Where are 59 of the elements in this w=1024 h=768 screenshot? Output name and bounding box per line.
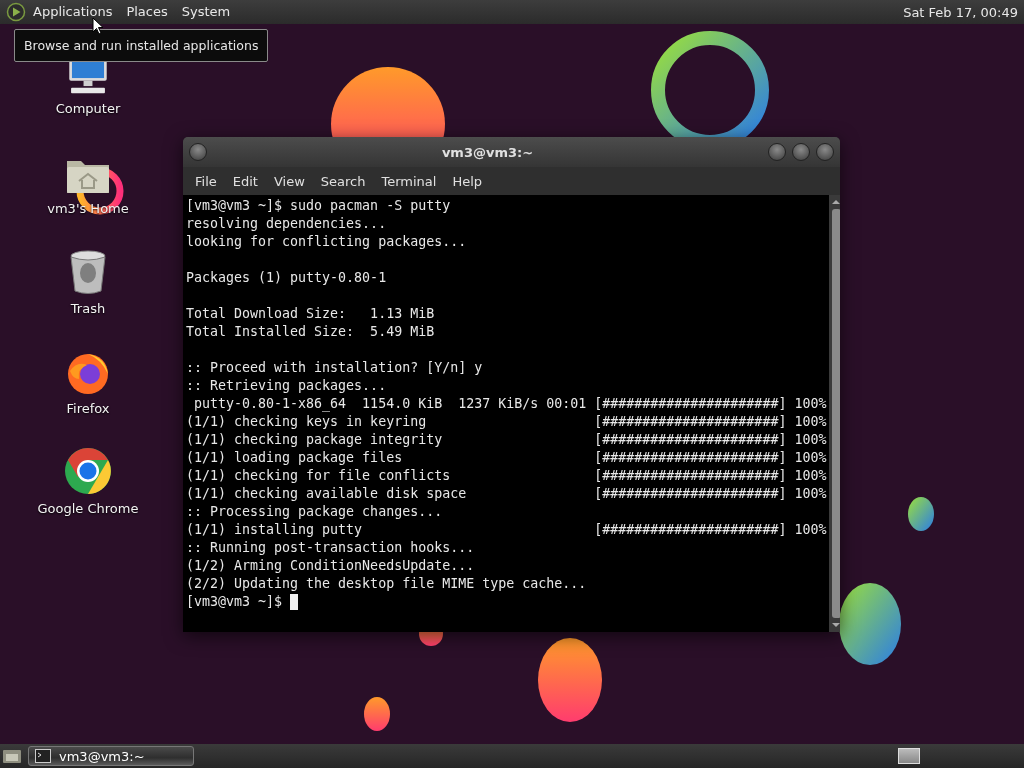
panel-menu[interactable]: System bbox=[174, 0, 238, 24]
terminal-line: (1/1) checking package integrity bbox=[186, 431, 443, 449]
scrollbar[interactable] bbox=[829, 195, 840, 632]
terminal-line: looking for conflicting packages... bbox=[186, 233, 467, 251]
taskbar-button[interactable]: vm3@vm3:~ bbox=[28, 746, 194, 766]
play-logo-icon bbox=[6, 2, 26, 22]
desktop-icon-label[interactable]: Trash bbox=[70, 301, 106, 316]
window-title: vm3@vm3:~ bbox=[440, 144, 535, 160]
terminal-line: Total Installed Size: 5.49 MiB bbox=[186, 323, 435, 341]
progress-text: [######################] 100% bbox=[594, 485, 827, 503]
desktop-icon-label[interactable]: Firefox bbox=[66, 401, 110, 416]
progress-text: [######################] 100% bbox=[594, 449, 827, 467]
workspace-switcher[interactable] bbox=[898, 748, 920, 764]
prompt-text: [vm3@vm3 ~]$ bbox=[186, 593, 283, 611]
terminal-line: putty-0.80-1-x86_64 1154.0 KiB 1237 KiB/s 00:01 bbox=[193, 395, 587, 413]
progress-text: [######################] 100% bbox=[594, 413, 827, 431]
menu-item[interactable]: Terminal bbox=[373, 173, 445, 189]
terminal-line: (2/2) Updating the desktop file MIME type cache... bbox=[186, 575, 587, 593]
mouse-pointer-icon bbox=[92, 17, 104, 35]
tooltip: Browse and run installed applications bbox=[14, 29, 269, 62]
terminal-line: (1/1) checking available disk space bbox=[186, 485, 467, 503]
desktop-icon-label[interactable]: Google Chrome bbox=[37, 501, 139, 516]
terminal-line: [vm3@vm3 ~]$ sudo pacman -S putty bbox=[186, 197, 451, 215]
panel-menu[interactable]: Places bbox=[119, 0, 175, 24]
menu-item[interactable]: Edit bbox=[224, 173, 266, 189]
desktop-icon-label[interactable]: Computer bbox=[55, 101, 121, 116]
menu-item[interactable]: Help bbox=[444, 173, 491, 189]
trash-icon bbox=[68, 249, 108, 295]
terminal-line: (1/1) checking keys in keyring bbox=[186, 413, 427, 431]
menu-item[interactable]: File bbox=[187, 173, 225, 189]
progress-text: [######################] 100% bbox=[594, 431, 827, 449]
scroll-up-icon[interactable] bbox=[832, 198, 840, 206]
terminal-icon bbox=[35, 749, 51, 763]
terminal-line: :: Running post-transaction hooks... bbox=[186, 539, 475, 557]
show-desktop-icon[interactable] bbox=[2, 747, 22, 765]
menu-item[interactable]: View bbox=[265, 173, 313, 189]
progress-text: [######################] 100% bbox=[594, 395, 827, 413]
terminal-line: (1/2) Arming ConditionNeedsUpdate... bbox=[186, 557, 475, 575]
minimize-button[interactable] bbox=[768, 143, 786, 161]
terminal-line: resolving dependencies... bbox=[186, 215, 387, 233]
terminal-line: :: Proceed with installation? [Y/n] y bbox=[186, 359, 483, 377]
terminal-line: Packages (1) putty-0.80-1 bbox=[186, 269, 387, 287]
scroll-down-icon[interactable] bbox=[832, 621, 840, 629]
text-cursor bbox=[290, 594, 299, 610]
clock[interactable]: Sat Feb 17, 00:49 bbox=[903, 4, 1024, 20]
terminal-line: :: Processing package changes... bbox=[186, 503, 443, 521]
terminal-line: Total Download Size: 1.13 MiB bbox=[186, 305, 435, 323]
close-button[interactable] bbox=[816, 143, 834, 161]
terminal-line: (1/1) loading package files bbox=[186, 449, 403, 467]
terminal-line: (1/1) checking for file conflicts bbox=[186, 467, 451, 485]
menu-item[interactable]: Search bbox=[312, 173, 374, 189]
terminal-line: (1/1) installing putty bbox=[186, 521, 363, 539]
window-menu-button[interactable] bbox=[189, 143, 207, 161]
progress-text: [######################] 100% bbox=[594, 467, 827, 485]
panel-menu[interactable]: Applications bbox=[26, 0, 120, 24]
chrome-icon bbox=[64, 447, 112, 495]
maximize-button[interactable] bbox=[792, 143, 810, 161]
terminal-line: :: Retrieving packages... bbox=[186, 377, 387, 395]
progress-text: [######################] 100% bbox=[594, 521, 827, 539]
